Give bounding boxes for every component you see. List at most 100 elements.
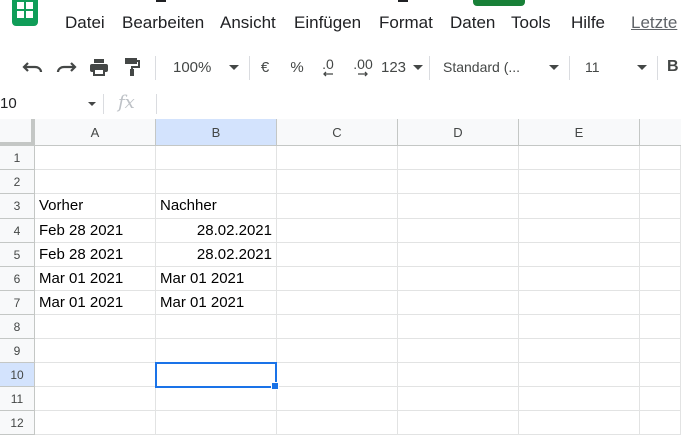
menu-tools[interactable]: Tools	[511, 13, 551, 33]
formula-input[interactable]	[160, 90, 681, 119]
cell-a5[interactable]: Feb 28 2021	[35, 243, 156, 267]
decrease-decimals-button[interactable]: .0	[315, 56, 341, 78]
cell-f4[interactable]	[640, 219, 681, 243]
active-cell-selection[interactable]	[155, 362, 277, 388]
menu-datei[interactable]: Datei	[65, 13, 105, 33]
redo-icon[interactable]	[53, 56, 79, 78]
cell-b5[interactable]: 28.02.2021	[156, 243, 277, 267]
cell-e3[interactable]	[519, 194, 640, 219]
row-header-3[interactable]: 3	[0, 194, 35, 219]
cell-b3[interactable]: Nachher	[156, 194, 277, 219]
cell-c12[interactable]	[277, 411, 398, 435]
fill-handle[interactable]	[271, 382, 279, 390]
cell-b8[interactable]	[156, 315, 277, 339]
menu-hilfe[interactable]: Hilfe	[571, 13, 605, 33]
cell-f6[interactable]	[640, 267, 681, 291]
font-size-select[interactable]: 11	[579, 56, 647, 78]
cell-d3[interactable]	[398, 194, 519, 219]
cell-f9[interactable]	[640, 339, 681, 363]
cell-e9[interactable]	[519, 339, 640, 363]
cell-d7[interactable]	[398, 291, 519, 315]
column-header-c[interactable]: C	[277, 119, 398, 146]
select-all-corner[interactable]	[0, 119, 35, 146]
cell-c6[interactable]	[277, 267, 398, 291]
cell-e10[interactable]	[519, 363, 640, 387]
cell-a2[interactable]	[35, 170, 156, 194]
menu-einfuegen[interactable]: Einfügen	[294, 13, 361, 33]
menu-format[interactable]: Format	[379, 13, 433, 33]
cell-b11[interactable]	[156, 387, 277, 411]
cell-f2[interactable]	[640, 170, 681, 194]
column-header-d[interactable]: D	[398, 119, 519, 146]
cell-c8[interactable]	[277, 315, 398, 339]
row-header-1[interactable]: 1	[0, 146, 35, 170]
menu-daten[interactable]: Daten	[450, 13, 495, 33]
cell-c5[interactable]	[277, 243, 398, 267]
cell-b6[interactable]: Mar 01 2021	[156, 267, 277, 291]
cell-c3[interactable]	[277, 194, 398, 219]
cell-e4[interactable]	[519, 219, 640, 243]
cell-e6[interactable]	[519, 267, 640, 291]
row-header-6[interactable]: 6	[0, 267, 35, 291]
cell-a1[interactable]	[35, 146, 156, 170]
cell-a7[interactable]: Mar 01 2021	[35, 291, 156, 315]
cell-b7[interactable]: Mar 01 2021	[156, 291, 277, 315]
cell-a12[interactable]	[35, 411, 156, 435]
cell-a9[interactable]	[35, 339, 156, 363]
cell-d12[interactable]	[398, 411, 519, 435]
cell-f5[interactable]	[640, 243, 681, 267]
cell-d11[interactable]	[398, 387, 519, 411]
bold-button[interactable]: B	[667, 56, 681, 78]
cell-e1[interactable]	[519, 146, 640, 170]
cell-d4[interactable]	[398, 219, 519, 243]
cell-e7[interactable]	[519, 291, 640, 315]
share-button[interactable]	[473, 0, 525, 6]
cell-f10[interactable]	[640, 363, 681, 387]
format-currency-button[interactable]: €	[255, 56, 275, 78]
menu-bearbeiten[interactable]: Bearbeiten	[122, 13, 204, 33]
print-icon[interactable]	[87, 56, 111, 78]
column-header-f[interactable]	[640, 119, 681, 146]
cell-e8[interactable]	[519, 315, 640, 339]
cell-c11[interactable]	[277, 387, 398, 411]
name-box[interactable]: 10	[0, 90, 103, 119]
cell-d8[interactable]	[398, 315, 519, 339]
paint-format-icon[interactable]	[121, 56, 143, 78]
cell-b4[interactable]: 28.02.2021	[156, 219, 277, 243]
cell-d2[interactable]	[398, 170, 519, 194]
cell-d10[interactable]	[398, 363, 519, 387]
cell-f3[interactable]	[640, 194, 681, 219]
cell-f7[interactable]	[640, 291, 681, 315]
cell-e11[interactable]	[519, 387, 640, 411]
last-edit-link[interactable]: Letzte	[631, 13, 677, 33]
row-header-11[interactable]: 11	[0, 387, 35, 411]
cell-a4[interactable]: Feb 28 2021	[35, 219, 156, 243]
cell-c2[interactable]	[277, 170, 398, 194]
zoom-select[interactable]: 100%	[163, 56, 243, 78]
cell-e12[interactable]	[519, 411, 640, 435]
format-percent-button[interactable]: %	[287, 56, 307, 78]
row-header-8[interactable]: 8	[0, 315, 35, 339]
cell-c1[interactable]	[277, 146, 398, 170]
cell-f8[interactable]	[640, 315, 681, 339]
cell-a11[interactable]	[35, 387, 156, 411]
cell-b1[interactable]	[156, 146, 277, 170]
row-header-7[interactable]: 7	[0, 291, 35, 315]
column-header-b[interactable]: B	[156, 119, 277, 146]
cell-b9[interactable]	[156, 339, 277, 363]
cell-c7[interactable]	[277, 291, 398, 315]
cell-a6[interactable]: Mar 01 2021	[35, 267, 156, 291]
cell-a8[interactable]	[35, 315, 156, 339]
menu-ansicht[interactable]: Ansicht	[220, 13, 276, 33]
row-header-4[interactable]: 4	[0, 219, 35, 243]
row-header-10[interactable]: 10	[0, 363, 35, 387]
cell-c9[interactable]	[277, 339, 398, 363]
cell-d5[interactable]	[398, 243, 519, 267]
cell-b12[interactable]	[156, 411, 277, 435]
cell-e2[interactable]	[519, 170, 640, 194]
more-formats-select[interactable]: 123	[381, 56, 423, 78]
cell-f12[interactable]	[640, 411, 681, 435]
undo-icon[interactable]	[20, 56, 46, 78]
cell-a10[interactable]	[35, 363, 156, 387]
row-header-12[interactable]: 12	[0, 411, 35, 435]
